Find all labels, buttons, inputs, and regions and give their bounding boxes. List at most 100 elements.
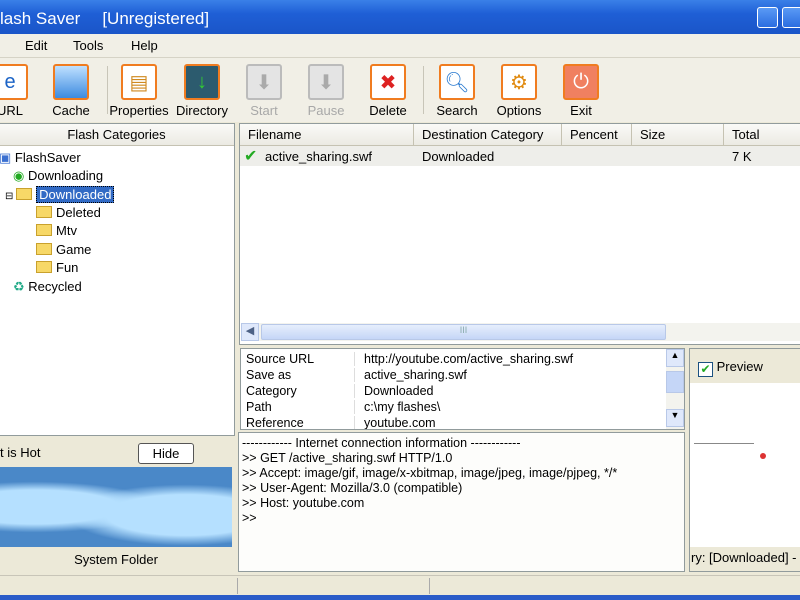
directory-icon: ↓ xyxy=(184,64,220,100)
folder-icon xyxy=(36,206,52,218)
list-header: Filename Destination Category Pencent Si… xyxy=(240,124,800,146)
scroll-down-icon: ▼ xyxy=(666,409,684,427)
taskbar-edge xyxy=(0,595,800,600)
toolbar: e URL Cache ▤ Properties ↓ Directory ⬇ Start… xyxy=(0,58,800,122)
checkbox-check-icon: ✔ xyxy=(698,362,713,377)
folder-icon xyxy=(36,224,52,236)
property-row: Category Downloaded xyxy=(241,384,661,400)
delete-icon: ✖ xyxy=(370,64,406,100)
scroll-up-icon: ▲ xyxy=(666,349,684,367)
scroll-thumb xyxy=(666,371,684,393)
search-button[interactable]: 🔍︎ Search xyxy=(425,64,489,118)
sky-banner-image xyxy=(0,467,232,547)
property-value: http://youtube.com/active_sharing.swf xyxy=(354,352,573,366)
folder-icon xyxy=(16,188,33,200)
property-value: c:\my flashes\ xyxy=(354,400,440,414)
app-title: lash Saver xyxy=(0,9,81,28)
folder-icon xyxy=(36,243,52,255)
column-filename[interactable]: Filename xyxy=(240,124,414,146)
menu-edit[interactable]: Edit xyxy=(25,38,47,53)
properties-panel: Source URL http://youtube.com/active_shar… xyxy=(240,348,685,430)
pause-icon: ⬇ xyxy=(308,64,344,100)
folder-icon xyxy=(36,261,52,273)
property-key: Path xyxy=(246,400,272,414)
recycle-icon: ♻ xyxy=(13,279,29,294)
cache-icon xyxy=(53,64,89,100)
tree-downloaded[interactable]: ⊟ Downloaded xyxy=(5,186,115,203)
menu-tools[interactable]: Tools xyxy=(73,38,103,53)
log-line: >> Accept: image/gif, image/x-xbitmap, i… xyxy=(242,466,618,480)
url-button[interactable]: e URL xyxy=(0,64,42,118)
column-size[interactable]: Size xyxy=(632,124,724,146)
property-key: Category xyxy=(246,384,297,398)
pause-button[interactable]: ⬇ Pause xyxy=(294,64,358,118)
property-value: active_sharing.swf xyxy=(354,368,467,382)
menu-bar: Edit Tools Help xyxy=(0,34,800,58)
log-line: ------------ Internet connection informa… xyxy=(242,436,521,450)
column-total[interactable]: Total xyxy=(724,124,800,146)
property-key: Reference xyxy=(246,416,304,430)
log-line: >> User-Agent: Mozilla/3.0 (compatible) xyxy=(242,481,463,495)
table-row[interactable]: ✔ active_sharing.swf Downloaded 7 K xyxy=(240,146,800,166)
tree-deleted[interactable]: Deleted xyxy=(36,205,101,220)
property-row: Path c:\my flashes\ xyxy=(241,400,661,416)
cache-button[interactable]: Cache xyxy=(39,64,103,118)
tree-fun[interactable]: Fun xyxy=(36,260,78,275)
column-percent[interactable]: Pencent xyxy=(562,124,632,146)
connection-log: ------------ Internet connection informa… xyxy=(238,432,685,572)
check-icon: ✔ xyxy=(244,148,258,165)
properties-icon: ▤ xyxy=(121,64,157,100)
file-list: Filename Destination Category Pencent Si… xyxy=(239,123,800,345)
horizontal-scrollbar[interactable]: ◀ III xyxy=(241,323,800,341)
property-key: Save as xyxy=(246,368,292,382)
computer-icon: ▣ xyxy=(0,150,15,165)
hide-button[interactable]: Hide xyxy=(138,443,194,464)
preview-canvas xyxy=(690,383,800,547)
property-key: Source URL xyxy=(246,352,315,366)
delete-button[interactable]: ✖ Delete xyxy=(356,64,420,118)
log-line: >> Host: youtube.com xyxy=(242,496,365,510)
categories-panel: Flash Categories ▣ FlashSaver ◉ Download… xyxy=(0,123,235,436)
what-is-hot-label: t is Hot xyxy=(0,445,41,460)
tree-mtv[interactable]: Mtv xyxy=(36,223,77,238)
tree-downloading[interactable]: ◉ Downloading xyxy=(13,168,103,184)
tree-recycled[interactable]: ♻ Recycled xyxy=(13,279,82,295)
vertical-scrollbar[interactable]: ▲ ▼ xyxy=(666,349,684,429)
ie-icon: e xyxy=(0,64,28,100)
menu-help[interactable]: Help xyxy=(131,38,158,53)
property-value: Downloaded xyxy=(354,384,434,398)
title-bar: lash Saver [Unregistered] xyxy=(0,0,800,34)
exit-icon: ⏻ xyxy=(563,64,599,100)
preview-checkbox[interactable]: ✔ Preview xyxy=(698,359,763,377)
start-icon: ⬇ xyxy=(246,64,282,100)
preview-footer: ry: [Downloaded] - c xyxy=(691,550,800,565)
exit-button[interactable]: ⏻ Exit xyxy=(549,64,613,118)
what-is-hot-bar: t is Hot Hide xyxy=(0,440,235,466)
categories-header: Flash Categories xyxy=(0,124,234,146)
status-bar xyxy=(0,575,800,595)
log-line: >> GET /active_sharing.swf HTTP/1.0 xyxy=(242,451,453,465)
options-button[interactable]: ⚙ Options xyxy=(487,64,551,118)
log-line: >> xyxy=(242,511,257,525)
property-row: Save as active_sharing.swf xyxy=(241,368,661,384)
property-value: youtube.com xyxy=(354,416,436,429)
tree-game[interactable]: Game xyxy=(36,242,91,257)
start-button[interactable]: ⬇ Start xyxy=(232,64,296,118)
property-row: Reference youtube.com xyxy=(241,416,661,430)
collapse-icon: ⊟ xyxy=(5,191,17,202)
registration-status: [Unregistered] xyxy=(102,9,210,28)
column-category[interactable]: Destination Category xyxy=(414,124,562,146)
property-row: Source URL http://youtube.com/active_shar… xyxy=(241,352,661,368)
properties-button[interactable]: ▤ Properties xyxy=(107,64,171,118)
maximize-button[interactable] xyxy=(782,7,800,28)
scroll-thumb: III xyxy=(261,324,666,340)
search-icon: 🔍︎ xyxy=(439,64,475,100)
directory-button[interactable]: ↓ Directory xyxy=(170,64,234,118)
downloading-icon: ◉ xyxy=(13,168,28,183)
options-icon: ⚙ xyxy=(501,64,537,100)
preview-panel: ✔ Preview ry: [Downloaded] - c xyxy=(689,348,800,572)
tree-root[interactable]: ▣ FlashSaver xyxy=(0,150,81,166)
minimize-button[interactable] xyxy=(757,7,778,28)
system-folder-label[interactable]: System Folder xyxy=(0,549,232,571)
scroll-left-icon: ◀ xyxy=(241,323,259,341)
